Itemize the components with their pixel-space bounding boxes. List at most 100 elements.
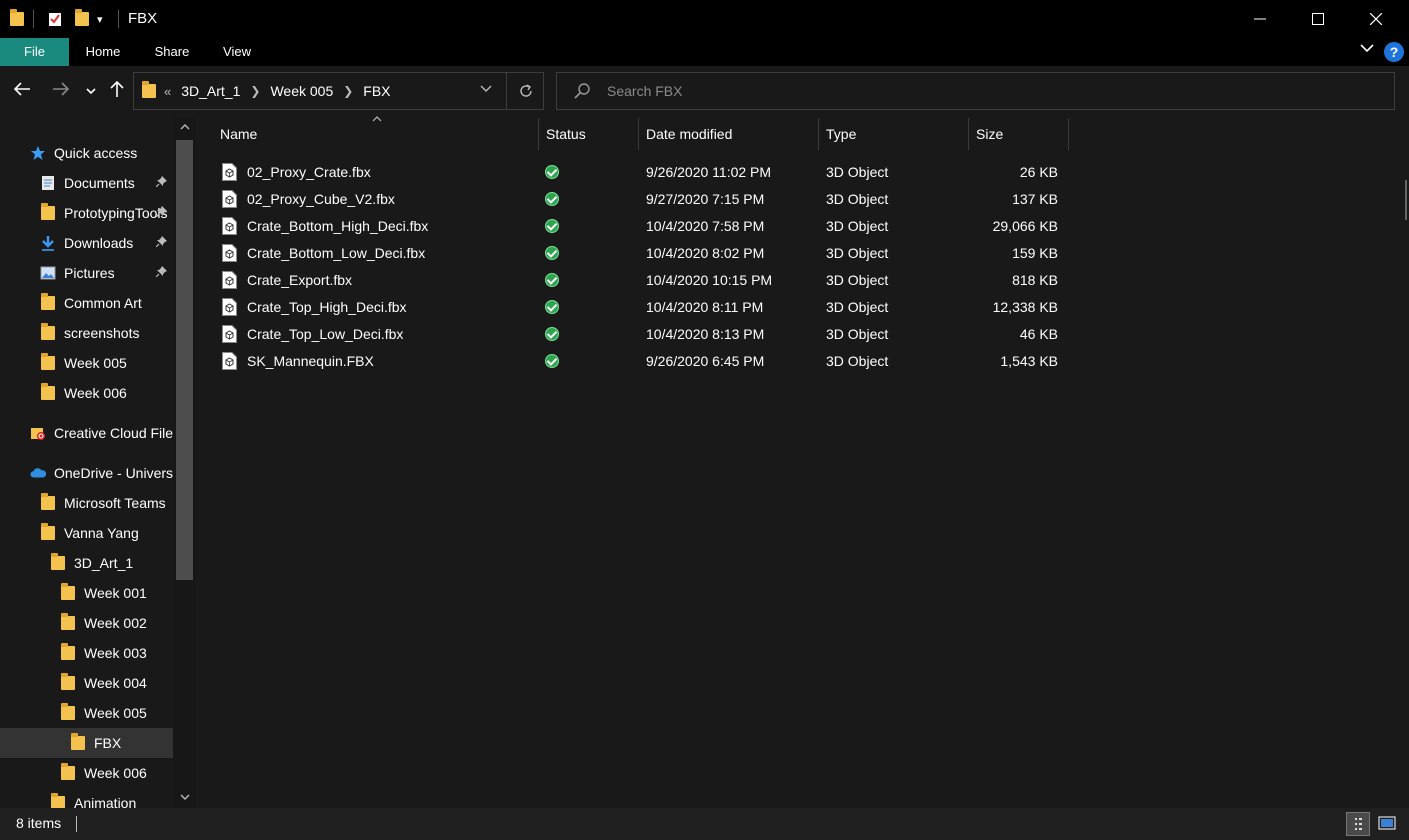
synced-status-icon xyxy=(545,327,559,341)
recent-locations-button[interactable] xyxy=(80,80,102,104)
sidebar-item[interactable]: Week 004 xyxy=(0,668,173,698)
file-row[interactable]: 02_Proxy_Crate.fbx 9/26/2020 11:02 PM 3D O… xyxy=(218,159,1068,186)
forward-button[interactable] xyxy=(49,80,73,104)
resize-handle[interactable] xyxy=(1405,180,1407,220)
column-divider[interactable] xyxy=(638,118,639,150)
sidebar-item[interactable]: Week 003 xyxy=(0,638,173,668)
search-input[interactable] xyxy=(607,73,1367,109)
sidebar-item[interactable]: Week 005 xyxy=(0,698,173,728)
chevron-right-icon[interactable]: ❯ xyxy=(343,84,353,98)
breadcrumb-3d-art-1[interactable]: 3D_Art_1 xyxy=(181,83,240,99)
column-header-status[interactable]: Status xyxy=(546,118,636,150)
up-button[interactable] xyxy=(105,80,129,104)
window-title: FBX xyxy=(128,10,158,27)
file-name[interactable]: 02_Proxy_Cube_V2.fbx xyxy=(247,186,395,213)
breadcrumb-overflow[interactable]: « xyxy=(164,84,171,99)
sidebar-item[interactable]: FBX xyxy=(0,728,173,758)
new-folder-icon[interactable] xyxy=(75,0,89,38)
sidebar-item[interactable]: OneDrive - University xyxy=(0,458,173,488)
sidebar-item[interactable]: Common Art xyxy=(0,288,173,318)
sidebar-item[interactable]: Documents xyxy=(0,168,173,198)
scroll-up-icon[interactable] xyxy=(173,122,196,134)
file-row[interactable]: 02_Proxy_Cube_V2.fbx 9/27/2020 7:15 PM 3D … xyxy=(218,186,1068,213)
file-date-modified: 10/4/2020 8:02 PM xyxy=(646,245,765,261)
sidebar-item[interactable]: Microsoft Teams xyxy=(0,488,173,518)
3d-object-file-icon xyxy=(222,190,237,208)
file-row[interactable]: Crate_Top_High_Deci.fbx 10/4/2020 8:11 PM… xyxy=(218,294,1068,321)
3d-object-file-icon xyxy=(222,271,237,289)
sidebar-item[interactable]: Week 005 xyxy=(0,348,173,378)
properties-icon[interactable] xyxy=(47,0,63,38)
chevron-right-icon[interactable]: ❯ xyxy=(250,84,260,98)
expand-ribbon-icon[interactable] xyxy=(1360,41,1374,59)
tab-share[interactable]: Share xyxy=(148,38,196,66)
back-button[interactable] xyxy=(10,80,34,104)
refresh-button[interactable] xyxy=(506,73,544,109)
file-row[interactable]: Crate_Bottom_Low_Deci.fbx 10/4/2020 8:02 … xyxy=(218,240,1068,267)
file-type: 3D Object xyxy=(826,191,889,207)
column-divider[interactable] xyxy=(538,118,539,150)
file-name[interactable]: Crate_Top_Low_Deci.fbx xyxy=(247,321,403,348)
file-row[interactable]: Crate_Top_Low_Deci.fbx 10/4/2020 8:13 PM 3… xyxy=(218,321,1068,348)
sidebar-item[interactable]: Quick access xyxy=(0,138,173,168)
address-bar[interactable]: « 3D_Art_1 ❯ Week 005 ❯ FBX xyxy=(133,72,544,110)
file-name[interactable]: Crate_Export.fbx xyxy=(247,267,352,294)
file-row[interactable]: SK_Mannequin.FBX 9/26/2020 6:45 PM 3D Obje… xyxy=(218,348,1068,375)
star-icon xyxy=(30,145,46,161)
sidebar-item[interactable]: Creative Cloud Files xyxy=(0,418,173,448)
scroll-down-icon[interactable] xyxy=(173,792,196,804)
address-dropdown-icon[interactable] xyxy=(479,81,493,98)
large-icons-view-button[interactable] xyxy=(1376,812,1400,836)
customize-toolbar-icon[interactable]: ▾ xyxy=(97,0,103,38)
details-view-button[interactable] xyxy=(1346,812,1370,836)
column-header-size[interactable]: Size xyxy=(976,118,1066,150)
sidebar-item[interactable]: screenshots xyxy=(0,318,173,348)
sidebar-scroll-thumb[interactable] xyxy=(176,140,193,580)
tab-file[interactable]: File xyxy=(0,38,69,66)
file-size: 818 KB xyxy=(1012,272,1058,288)
tab-home[interactable]: Home xyxy=(78,38,128,66)
file-name[interactable]: Crate_Bottom_High_Deci.fbx xyxy=(247,213,428,240)
sidebar-item[interactable]: Pictures xyxy=(0,258,173,288)
sidebar-item-label: screenshots xyxy=(64,325,140,341)
sidebar-item-label: 3D_Art_1 xyxy=(74,555,134,571)
sidebar-item[interactable]: Week 002 xyxy=(0,608,173,638)
sidebar-item[interactable]: Week 001 xyxy=(0,578,173,608)
sidebar-item[interactable]: Animation xyxy=(0,788,173,808)
sidebar-item-label: Downloads xyxy=(64,235,134,251)
sidebar-item[interactable]: Downloads xyxy=(0,228,173,258)
column-divider[interactable] xyxy=(968,118,969,150)
minimize-button[interactable] xyxy=(1231,0,1289,38)
file-name[interactable]: 02_Proxy_Crate.fbx xyxy=(247,159,371,186)
3d-object-file-icon xyxy=(222,298,237,316)
file-size: 46 KB xyxy=(1019,326,1058,342)
file-row[interactable]: Crate_Bottom_High_Deci.fbx 10/4/2020 7:58… xyxy=(218,213,1068,240)
sidebar-item[interactable]: Vanna Yang xyxy=(0,518,173,548)
sidebar-item-label: Week 005 xyxy=(64,355,127,371)
tab-view[interactable]: View xyxy=(215,38,259,66)
file-row[interactable]: Crate_Export.fbx 10/4/2020 10:15 PM 3D Obj… xyxy=(218,267,1068,294)
sidebar-item[interactable]: PrototypingTools xyxy=(0,198,173,228)
folder-icon xyxy=(60,613,76,631)
sidebar-item[interactable]: Week 006 xyxy=(0,758,173,788)
file-name[interactable]: Crate_Top_High_Deci.fbx xyxy=(247,294,407,321)
close-button[interactable] xyxy=(1347,0,1405,38)
maximize-button[interactable] xyxy=(1289,0,1347,38)
sidebar-item[interactable]: Week 006 xyxy=(0,378,173,408)
breadcrumb-week-005[interactable]: Week 005 xyxy=(270,83,333,99)
file-name[interactable]: SK_Mannequin.FBX xyxy=(247,348,374,375)
file-type: 3D Object xyxy=(826,218,889,234)
column-header-date-modified[interactable]: Date modified xyxy=(646,118,816,150)
sidebar-item-label: OneDrive - University xyxy=(54,465,173,481)
documents-icon xyxy=(40,175,56,191)
help-button[interactable]: ? xyxy=(1384,42,1404,62)
column-divider[interactable] xyxy=(818,118,819,150)
synced-status-icon xyxy=(545,273,559,287)
column-divider[interactable] xyxy=(1068,118,1069,150)
column-header-type[interactable]: Type xyxy=(826,118,966,150)
sidebar-item-label: FBX xyxy=(94,735,122,751)
file-name[interactable]: Crate_Bottom_Low_Deci.fbx xyxy=(247,240,425,267)
file-list: Name Status Date modified Type Size 02_P… xyxy=(196,116,1409,808)
sidebar-item[interactable]: 3D_Art_1 xyxy=(0,548,173,578)
breadcrumb-fbx[interactable]: FBX xyxy=(363,83,390,99)
